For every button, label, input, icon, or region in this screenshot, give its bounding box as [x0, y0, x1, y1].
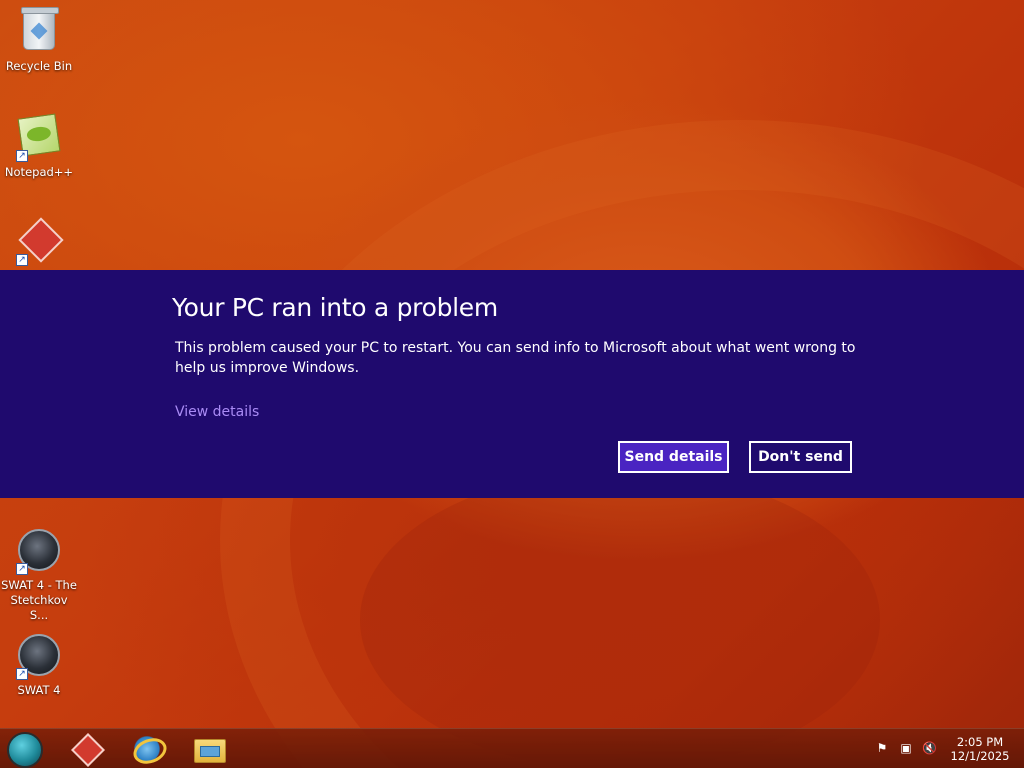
start-orb-icon[interactable] — [7, 732, 43, 768]
desktop-icon-notepad-plus-plus[interactable]: ↗ Notepad++ — [1, 112, 77, 180]
dont-send-button[interactable]: Don't send — [749, 441, 852, 473]
swat4-expansion-icon: ↗ — [16, 529, 62, 575]
volume-muted-icon[interactable]: 🔇 — [922, 741, 937, 755]
network-icon[interactable]: ▣ — [899, 741, 913, 755]
swat4-icon: ↗ — [16, 634, 62, 680]
clock[interactable]: 2:05 PM 12/1/2025 — [948, 735, 1012, 763]
taskbar-red-app-icon[interactable] — [67, 733, 103, 765]
internet-explorer-icon[interactable] — [129, 733, 165, 765]
view-details-link[interactable]: View details — [175, 402, 259, 422]
recycle-bin-icon — [16, 7, 62, 56]
red-app-icon: ↗ — [16, 220, 62, 266]
problem-dialog: Your PC ran into a problem This problem … — [0, 270, 1024, 498]
clock-date: 12/1/2025 — [950, 749, 1010, 763]
desktop-icon-swat4-stetchkov[interactable]: ↗ SWAT 4 - The Stetchkov S... — [1, 527, 77, 623]
action-center-flag-icon[interactable]: ⚑ — [875, 741, 889, 755]
shortcut-arrow-icon: ↗ — [16, 254, 28, 266]
shortcut-arrow-icon: ↗ — [16, 150, 28, 162]
desktop-icon-label: Notepad++ — [4, 165, 74, 179]
dialog-message: This problem caused your PC to restart. … — [175, 340, 856, 376]
desktop-icon-label: SWAT 4 — [17, 683, 61, 697]
desktop-icon-recycle-bin[interactable]: Recycle Bin — [1, 6, 77, 74]
notepad-plus-plus-icon: ↗ — [16, 113, 62, 162]
file-explorer-icon[interactable] — [190, 733, 226, 765]
desktop-icon-label: SWAT 4 - The Stetchkov S... — [1, 578, 77, 622]
send-details-button[interactable]: Send details — [618, 441, 729, 473]
desktop-icon-red-app[interactable]: ↗ — [1, 214, 77, 269]
shortcut-arrow-icon: ↗ — [16, 563, 28, 575]
dialog-title: Your PC ran into a problem — [172, 293, 498, 322]
shortcut-arrow-icon: ↗ — [16, 668, 28, 680]
clock-time: 2:05 PM — [956, 735, 1004, 749]
desktop-icon-swat4[interactable]: ↗ SWAT 4 — [1, 632, 77, 698]
taskbar: ⚑ ▣ 🔇 2:05 PM 12/1/2025 — [0, 728, 1024, 768]
desktop-icon-label: Recycle Bin — [5, 59, 73, 73]
